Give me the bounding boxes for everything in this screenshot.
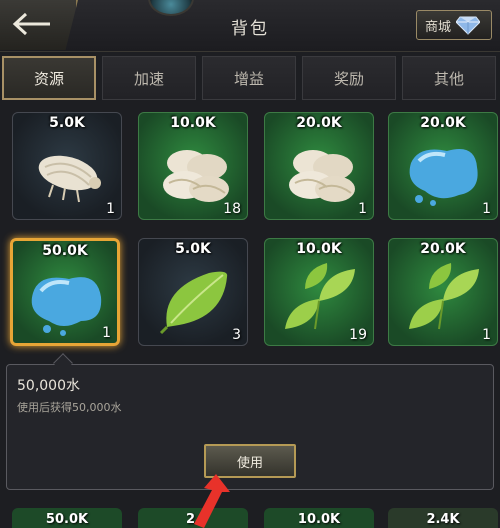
item-count: 3: [232, 327, 241, 343]
item-slot[interactable]: 20.0K 1: [264, 112, 374, 220]
water-drop-icon: [409, 149, 478, 206]
item-count: 18: [223, 201, 241, 217]
item-count: 19: [349, 327, 367, 343]
item-count: 1: [106, 201, 115, 217]
shop-label: 商城: [425, 19, 452, 35]
item-slot[interactable]: 10.0K 19: [264, 238, 374, 346]
shop-button[interactable]: 商城: [416, 10, 492, 40]
item-value: 20.0K: [296, 115, 342, 131]
tab-other[interactable]: 其他: [402, 56, 496, 100]
item-slot[interactable]: 20.0K 1: [388, 112, 498, 220]
red-arrow-icon: [194, 474, 230, 528]
tab-speedup[interactable]: 加速: [102, 56, 196, 100]
item-value: 50.0K: [42, 243, 88, 259]
tab-resources[interactable]: 资源: [2, 56, 96, 100]
food-grub-icon: [38, 155, 101, 203]
item-value: 10.0K: [297, 512, 341, 527]
item-slot[interactable]: 20.0K 1: [388, 238, 498, 346]
item-count: 1: [102, 325, 111, 341]
tab-rewards[interactable]: 奖励: [302, 56, 396, 100]
item-slot-selected[interactable]: 50.0K 1: [10, 238, 120, 346]
item-value: 5.0K: [49, 115, 85, 131]
item-value: 20.0K: [420, 241, 466, 257]
item-value: 50.0K: [45, 512, 89, 527]
item-value: 20.0K: [420, 115, 466, 131]
diamond-icon: [456, 16, 481, 35]
leaf-icon: [159, 271, 228, 335]
item-value: 10.0K: [296, 241, 342, 257]
item-detail-description: 使用后获得50,000水: [17, 401, 122, 414]
item-slot[interactable]: 10.0K 18: [138, 112, 248, 220]
item-value: 10.0K: [170, 115, 216, 131]
water-drop-icon: [31, 277, 102, 336]
top-bar: 背包 商城: [0, 0, 500, 52]
item-value: 5.0K: [175, 241, 211, 257]
item-slot[interactable]: 10.0K: [264, 508, 374, 528]
item-count: 1: [358, 201, 367, 217]
item-slot[interactable]: 2.4K: [388, 508, 498, 528]
item-count: 1: [482, 327, 491, 343]
item-count: 1: [482, 201, 491, 217]
item-value: 2.4K: [426, 512, 460, 527]
item-slot[interactable]: 5.0K 3: [138, 238, 248, 346]
tab-boost[interactable]: 增益: [202, 56, 296, 100]
category-tabs: 资源 加速 增益 奖励 其他: [0, 56, 500, 102]
item-slot[interactable]: 5.0K 1: [12, 112, 122, 220]
leaves-icon: [409, 263, 479, 330]
item-slot[interactable]: 50.0K: [12, 508, 122, 528]
item-detail-title: 50,000水: [17, 378, 80, 394]
food-grub-pile-icon: [289, 150, 355, 202]
